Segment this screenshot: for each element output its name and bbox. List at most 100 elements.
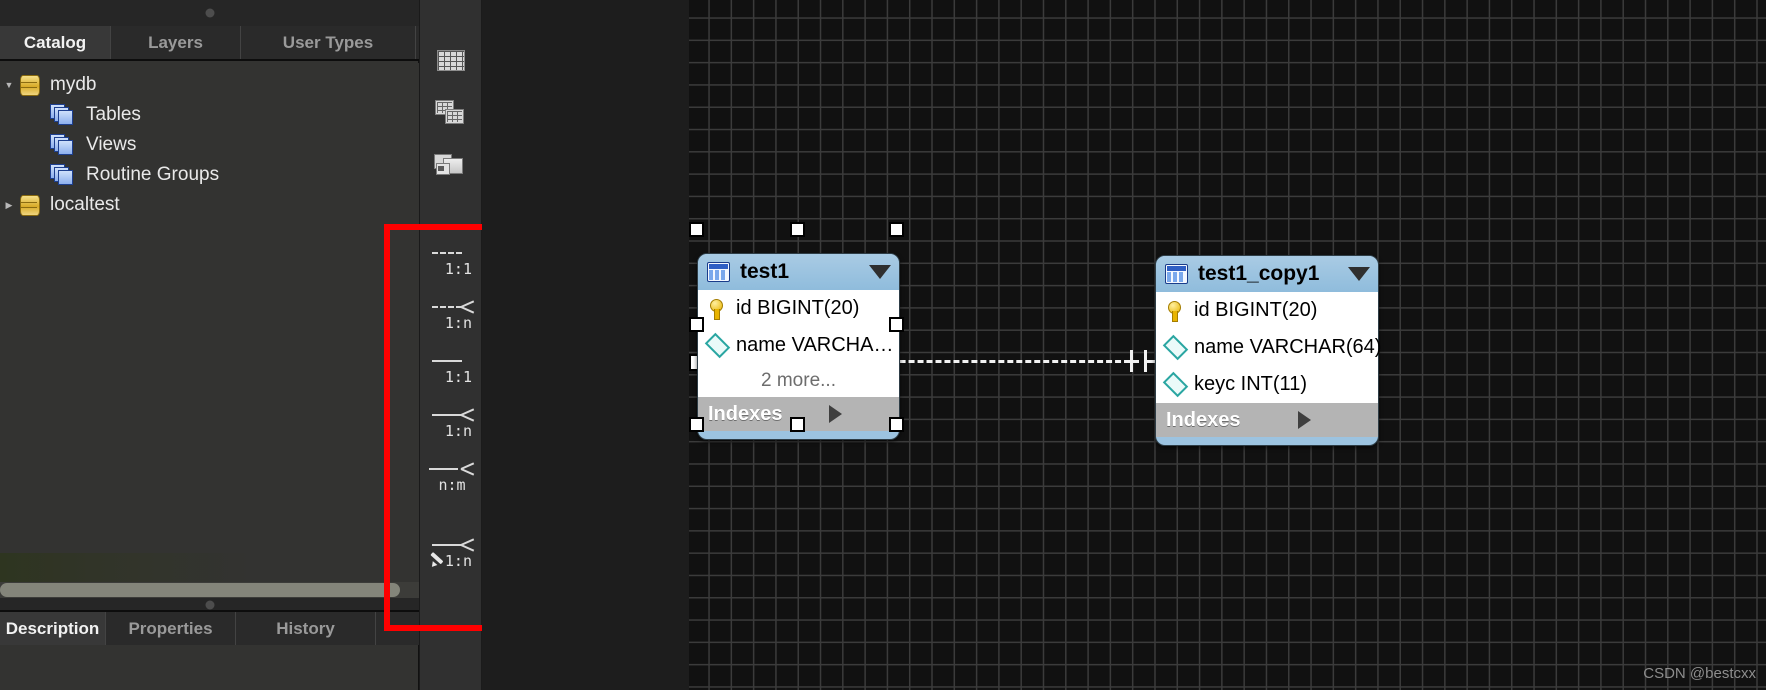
relation-1-n-solid-icon — [430, 406, 474, 422]
table-icon — [707, 262, 730, 282]
eer-column-row[interactable]: name VARCHAR(64) — [1156, 329, 1382, 366]
vertical-tool-strip: 1:1 1:n 1:1 1:n n:m 1:n — [420, 0, 482, 690]
primary-key-icon — [707, 298, 728, 320]
app-root: Catalog Layers User Types mydb Tables Vi… — [0, 0, 1766, 690]
relation-n-m-icon — [430, 460, 474, 476]
place-1-to-n-non-identifying[interactable]: 1:n — [430, 292, 474, 338]
chevron-down-icon[interactable] — [869, 265, 891, 279]
sidebar-bottom-tabbar: Description Properties History — [0, 610, 419, 645]
resize-handle-se[interactable] — [889, 417, 904, 432]
primary-key-icon — [1165, 300, 1186, 322]
left-sidebar: Catalog Layers User Types mydb Tables Vi… — [0, 0, 419, 690]
resize-handle-w[interactable] — [689, 317, 704, 332]
tree-item-localtest[interactable]: localtest — [0, 190, 419, 220]
place-1-to-1-non-identifying[interactable]: 1:1 — [430, 238, 474, 284]
resize-handle-ne[interactable] — [889, 222, 904, 237]
place-n-to-m-identifying[interactable]: n:m — [430, 454, 474, 500]
tab-description[interactable]: Description — [0, 612, 106, 645]
resize-handle-e[interactable] — [889, 317, 904, 332]
index-key-icon — [1162, 371, 1189, 398]
tree-item-label: Routine Groups — [86, 164, 220, 185]
eer-column-label: name VARCHA… — [736, 334, 894, 356]
resize-handle-sw[interactable] — [689, 417, 704, 432]
watermark-text: CSDN @bestcxx — [1643, 665, 1756, 682]
eer-table-test1[interactable]: test1 id BIGINT(20) name VARCHA… 2 more.… — [697, 253, 900, 440]
eer-table-name: test1_copy1 — [1198, 262, 1320, 285]
splitter-grip-dot[interactable] — [205, 8, 214, 18]
relation-tool-caption: 1:n — [444, 552, 472, 570]
table-icon — [1165, 264, 1188, 284]
new-table-tool[interactable] — [433, 42, 469, 78]
resize-handle-s[interactable] — [790, 417, 805, 432]
routine-groups-icon — [50, 164, 76, 186]
place-relationship-using-existing-columns[interactable]: 1:n — [430, 530, 474, 576]
sidebar-top-splitter[interactable] — [0, 0, 419, 26]
eer-column-row[interactable]: id BIGINT(20) — [698, 290, 899, 327]
eer-column-label: id BIGINT(20) — [1194, 299, 1318, 321]
eer-column-label: id BIGINT(20) — [736, 297, 860, 319]
relation-1-n-dashed-icon — [430, 298, 474, 314]
splitter-grip-dot[interactable] — [205, 600, 214, 610]
relation-1-1-solid-icon — [430, 352, 474, 368]
tab-layers[interactable]: Layers — [111, 26, 241, 59]
place-1-to-n-identifying[interactable]: 1:n — [430, 400, 474, 446]
tree-item-label: Tables — [86, 104, 141, 125]
tables-icon — [50, 104, 76, 126]
table-grid-icon — [437, 50, 465, 71]
chevron-right-icon[interactable] — [1297, 411, 1368, 429]
eer-column-row[interactable]: keyc INT(11) — [1156, 366, 1378, 403]
relation-tool-caption: 1:n — [444, 422, 472, 440]
tree-item-views[interactable]: Views — [0, 130, 419, 160]
resize-handle-n[interactable] — [790, 222, 805, 237]
relation-tool-caption: 1:1 — [444, 368, 472, 386]
tree-item-label: mydb — [50, 74, 97, 95]
eer-column-list: id BIGINT(20) name VARCHA… 2 more... — [698, 290, 899, 397]
relation-1-1-dashed-icon — [430, 244, 474, 260]
place-1-to-1-identifying[interactable]: 1:1 — [430, 346, 474, 392]
eer-column-label: name VARCHAR(64) — [1194, 336, 1382, 358]
relation-tool-caption: n:m — [438, 476, 466, 494]
eer-diagram-canvas[interactable]: test1 id BIGINT(20) name VARCHA… 2 more.… — [689, 0, 1766, 690]
sidebar-hscrollbar-thumb[interactable] — [0, 583, 400, 597]
eer-column-label: keyc INT(11) — [1194, 373, 1307, 395]
index-key-icon — [704, 332, 731, 359]
eer-more-columns-label[interactable]: 2 more... — [698, 364, 899, 397]
eer-indexes-label: Indexes — [1166, 408, 1241, 431]
eer-indexes-label: Indexes — [708, 402, 783, 425]
eer-table-header[interactable]: test1_copy1 — [1156, 256, 1378, 292]
eer-indexes-section[interactable]: Indexes — [1156, 403, 1378, 437]
eer-table-test1-copy1[interactable]: test1_copy1 id BIGINT(20) name VARCHAR(6… — [1155, 255, 1382, 446]
eer-column-row[interactable]: id BIGINT(20) — [1156, 292, 1378, 329]
database-icon — [18, 74, 40, 96]
resize-handle-nw[interactable] — [689, 222, 704, 237]
views-icon — [50, 134, 76, 156]
tab-user-types[interactable]: User Types — [241, 26, 416, 59]
chevron-right-icon[interactable] — [829, 405, 889, 423]
new-view-tool[interactable] — [433, 96, 469, 132]
canvas-left-gutter — [482, 0, 689, 690]
eer-column-list: id BIGINT(20) name VARCHAR(64) keyc INT(… — [1156, 292, 1382, 403]
tab-history[interactable]: History — [236, 612, 376, 645]
eer-column-row[interactable]: name VARCHA… — [698, 327, 899, 364]
tree-bottom-strip — [0, 553, 419, 582]
index-key-icon — [1162, 334, 1189, 361]
relation-tool-caption: 1:1 — [444, 260, 472, 278]
relationship-target-tick-1 — [1130, 350, 1133, 372]
tree-item-routine-groups[interactable]: Routine Groups — [0, 160, 419, 190]
eer-table-name: test1 — [740, 260, 790, 283]
tree-item-label: Views — [86, 134, 137, 155]
catalog-tree: mydb Tables Views Routine Groups — [0, 63, 419, 553]
database-icon — [18, 194, 40, 216]
tree-item-mydb[interactable]: mydb — [0, 70, 419, 100]
eer-table-header[interactable]: test1 — [698, 254, 899, 290]
tree-item-tables[interactable]: Tables — [0, 100, 419, 130]
tree-item-label: localtest — [50, 194, 120, 215]
tab-catalog[interactable]: Catalog — [0, 26, 111, 59]
chevron-down-icon[interactable] — [1348, 267, 1370, 281]
sidebar-top-tabbar: Catalog Layers User Types — [0, 26, 419, 61]
tab-properties[interactable]: Properties — [106, 612, 236, 645]
relation-tool-caption: 1:n — [444, 314, 472, 332]
chevron-right-icon[interactable] — [0, 200, 18, 211]
chevron-down-icon[interactable] — [0, 80, 18, 90]
new-routine-group-tool[interactable] — [433, 150, 469, 186]
